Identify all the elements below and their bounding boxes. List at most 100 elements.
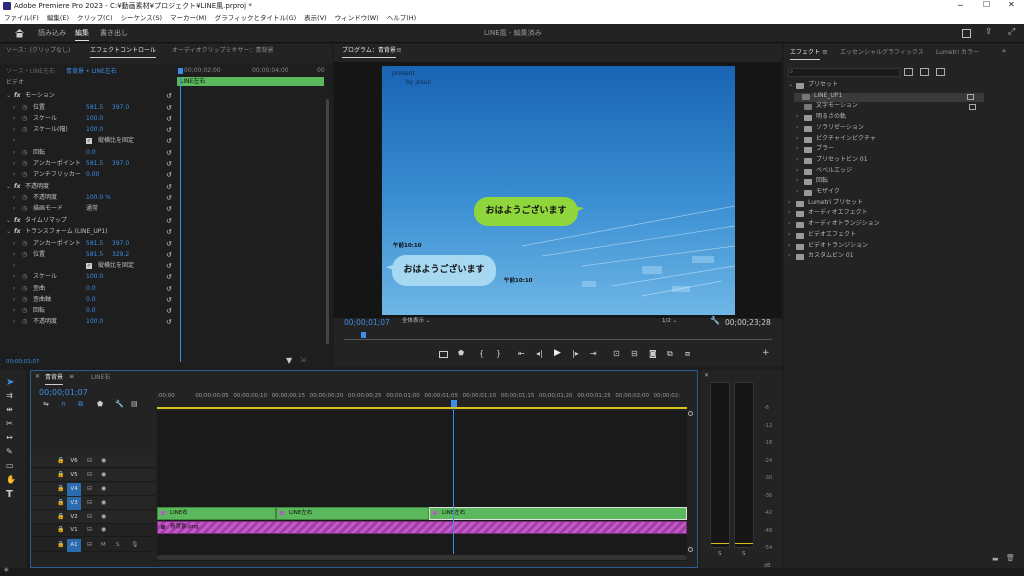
comparison-view-icon[interactable]: ⧉ — [667, 350, 673, 358]
reset-icon[interactable]: ↺ — [166, 308, 172, 315]
export-frame-button-icon[interactable]: ◙ — [649, 350, 657, 358]
chevron-right-icon[interactable]: › — [788, 199, 790, 206]
disclosure-icon[interactable]: › — [13, 252, 15, 258]
chevron-right-icon[interactable]: › — [796, 167, 798, 174]
stopwatch-icon[interactable]: ◷ — [22, 150, 27, 156]
ec-row-value[interactable]: 100.0 — [86, 116, 103, 122]
zoom-handle-bottom[interactable] — [688, 547, 693, 552]
effects-search-input[interactable]: ⌕ — [788, 68, 900, 77]
program-scrub-bar[interactable] — [344, 334, 772, 340]
extract-icon[interactable]: ⊟ — [631, 350, 638, 358]
timeline-close-icon[interactable]: ✕ — [35, 374, 40, 380]
mark-in-icon[interactable]: { — [479, 350, 484, 358]
track-header[interactable]: 🔒 V6 ⊟ ◉ — [31, 455, 155, 468]
stopwatch-icon[interactable]: ◷ — [22, 286, 27, 292]
disclosure-icon[interactable]: ⌄ — [6, 184, 11, 190]
reset-icon[interactable]: ↺ — [166, 297, 172, 304]
stopwatch-icon[interactable]: ◷ — [22, 297, 27, 303]
stopwatch-icon[interactable]: ◷ — [22, 105, 27, 111]
fullscreen-icon[interactable]: ⤢ — [1008, 28, 1015, 37]
sequence-header[interactable]: 青背景 • LINE左右 — [66, 69, 117, 75]
ec-row-value[interactable]: 0.0 — [86, 308, 96, 314]
reset-icon[interactable]: ↺ — [166, 184, 172, 191]
chevron-right-icon[interactable]: › — [788, 253, 790, 259]
timeline-menu-icon[interactable]: ≡ — [69, 374, 74, 380]
chevron-down-icon[interactable]: ⌄ — [788, 82, 793, 88]
menu-graphics[interactable]: グラフィックとタイトル(G) — [211, 12, 300, 22]
disclosure-icon[interactable]: › — [13, 138, 15, 144]
add-marker-icon[interactable]: ⬟ — [458, 350, 464, 357]
stopwatch-icon[interactable]: ◷ — [22, 172, 27, 178]
clip-blue-bg[interactable]: 青背景.png — [157, 521, 687, 534]
reset-icon[interactable]: ↺ — [166, 286, 172, 293]
fit-dropdown[interactable]: 全体表示 ⌄ — [402, 318, 430, 325]
tab-source[interactable]: ソース：(クリップなし) — [6, 48, 70, 54]
chevron-right-icon[interactable]: › — [796, 114, 798, 120]
ec-row-value[interactable]: 100.0 — [86, 274, 103, 280]
chevron-right-icon[interactable]: › — [788, 221, 790, 227]
snap-icon[interactable]: ∩ — [61, 401, 66, 408]
timeline-marker-icon[interactable]: ⬟ — [97, 401, 103, 408]
captions-icon[interactable]: ▤ — [131, 401, 138, 408]
eye-icon[interactable]: ◉ — [101, 514, 106, 520]
lift-icon[interactable]: ⊡ — [613, 350, 620, 358]
eye-icon[interactable]: ◉ — [101, 486, 106, 492]
selection-tool-icon[interactable]: ➤ — [6, 378, 20, 392]
sync-lock-icon[interactable]: ⊟ — [87, 500, 92, 506]
clip-line-lr-1[interactable]: LINE左右 — [276, 507, 429, 520]
track-name[interactable]: V3 — [67, 497, 81, 510]
share-icon[interactable]: ⇪ — [985, 28, 993, 37]
disclosure-icon[interactable]: ⌄ — [6, 229, 11, 235]
reset-icon[interactable]: ↺ — [166, 161, 172, 168]
reset-icon[interactable]: ↺ — [166, 252, 172, 259]
disclosure-icon[interactable]: › — [13, 297, 15, 303]
maximize-icon[interactable]: ☐ — [983, 1, 990, 9]
clip-line-lr-2[interactable]: LINE左右 — [429, 507, 687, 520]
effects-menu-icon[interactable]: ≡ — [822, 49, 828, 56]
reset-icon[interactable]: ↺ — [166, 206, 172, 213]
stopwatch-icon[interactable]: ◷ — [22, 319, 27, 325]
safe-margins-icon[interactable] — [439, 351, 448, 358]
menu-view[interactable]: 表示(V) — [300, 12, 331, 22]
ec-row-value[interactable]: 100.0 % — [86, 195, 111, 201]
effects-tree-item[interactable]: LINE_UP1 — [794, 92, 984, 102]
export-frame-icon[interactable]: ⇲ — [300, 357, 306, 364]
program-timecode[interactable]: 00;00;01;07 — [344, 319, 390, 327]
meter-close-icon[interactable]: ✕ — [704, 373, 709, 379]
step-forward-icon[interactable]: |▸ — [572, 350, 579, 358]
fx-badge-icon[interactable]: fx — [14, 218, 20, 224]
yuv-effects-icon[interactable] — [936, 68, 945, 76]
timeline-scroll-bar[interactable] — [157, 555, 687, 560]
workspace-tab-import[interactable]: 読み込み — [38, 30, 66, 37]
checkbox[interactable]: ✓ — [86, 263, 92, 269]
ec-row-value[interactable]: 0.0 — [86, 150, 96, 156]
linked-selection-icon[interactable]: ⧉ — [78, 401, 83, 408]
timeline-timecode[interactable]: 00;00;01;07 — [39, 389, 88, 397]
track-lock-icon[interactable]: 🔒 — [57, 472, 64, 478]
reset-icon[interactable]: ↺ — [166, 241, 172, 248]
stopwatch-icon[interactable]: ◷ — [22, 274, 27, 280]
track-name[interactable]: V4 — [67, 483, 81, 496]
sync-lock-icon[interactable]: ⊟ — [87, 486, 92, 492]
menu-help[interactable]: ヘルプ(H) — [383, 12, 420, 22]
go-to-out-icon[interactable]: ⇥ — [590, 350, 597, 358]
sync-lock-icon[interactable]: ⊟ — [87, 542, 92, 548]
disclosure-icon[interactable]: › — [13, 127, 15, 133]
type-tool-icon[interactable]: T — [6, 490, 20, 504]
stopwatch-icon[interactable]: ◷ — [22, 241, 27, 247]
menu-marker[interactable]: マーカー(M) — [166, 12, 211, 22]
rectangle-tool-icon[interactable]: ▭ — [6, 462, 20, 476]
sync-lock-icon[interactable]: ⊟ — [87, 514, 92, 520]
track-lock-icon[interactable]: 🔒 — [57, 486, 64, 492]
track-lock-icon[interactable]: 🔒 — [57, 527, 64, 533]
disclosure-icon[interactable]: › — [13, 161, 15, 167]
reset-icon[interactable]: ↺ — [166, 274, 172, 281]
go-to-in-icon[interactable]: ⇤ — [518, 350, 525, 358]
tab-lumetri-color[interactable]: Lumetri カラー — [936, 50, 979, 56]
hand-tool-icon[interactable]: ✋ — [6, 476, 20, 490]
minimize-icon[interactable]: ─ — [958, 2, 963, 10]
reset-icon[interactable]: ↺ — [166, 93, 172, 100]
reset-icon[interactable]: ↺ — [166, 172, 172, 179]
vr-view-icon[interactable]: ⧈ — [685, 350, 690, 358]
reset-icon[interactable]: ↺ — [166, 105, 172, 112]
